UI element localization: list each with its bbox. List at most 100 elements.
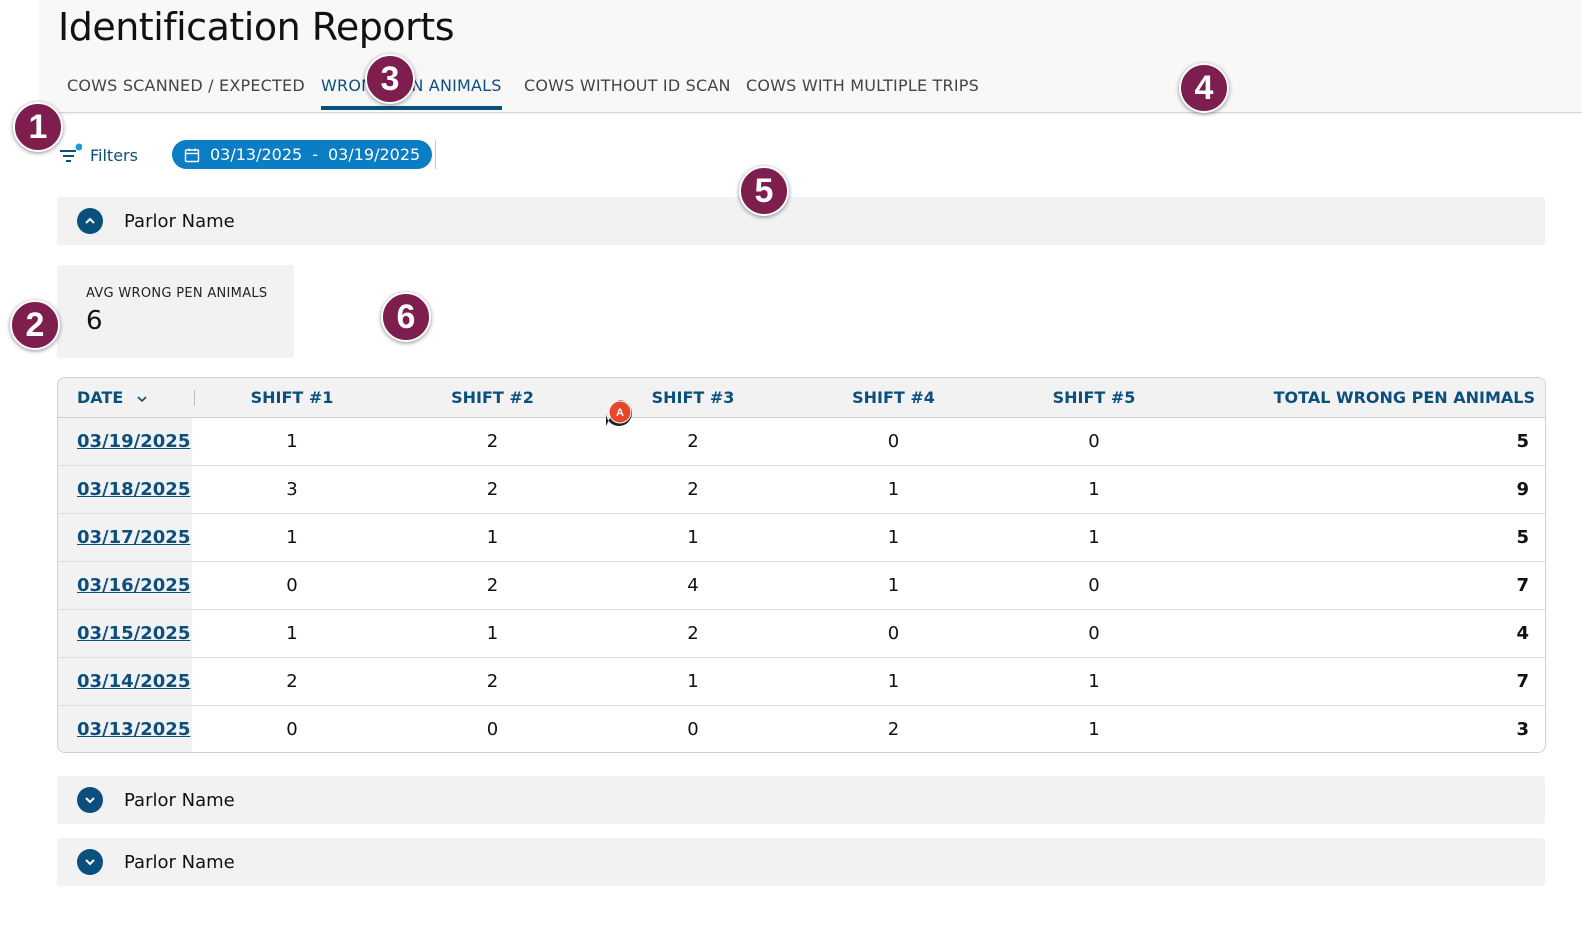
shift-2-cell: 2 [392, 465, 593, 514]
filter-icon [58, 143, 83, 167]
shift-5-cell: 0 [994, 609, 1194, 658]
date-range-separator: - [312, 145, 318, 164]
parlor-accordion-header[interactable]: Parlor Name [57, 776, 1545, 824]
shift-1-cell: 0 [286, 718, 298, 740]
kpi-card: AVG WRONG PEN ANIMALS 6 [57, 265, 294, 358]
shift-1-cell: 1 [192, 609, 392, 658]
chevron-up-icon[interactable] [77, 208, 103, 234]
total-cell: 5 [1194, 417, 1545, 466]
shift-1-cell: 2 [192, 657, 392, 706]
date-range-start: 03/13/2025 [210, 145, 303, 164]
annotation-marker: 5 [739, 166, 789, 216]
column-header-total[interactable]: TOTAL WRONG PEN ANIMALS [1194, 378, 1545, 418]
shift-1-cell: 1 [192, 417, 392, 466]
date-cell[interactable]: 03/19/2025 [58, 417, 192, 466]
date-cell[interactable]: 03/16/2025 [58, 561, 192, 610]
kpi-value: 6 [86, 306, 103, 336]
shift-1-cell: 1 [192, 513, 392, 562]
shift-3-cell: 1 [593, 657, 793, 706]
filters-label: Filters [90, 145, 138, 165]
table-row: 03/16/2025 0 2 4 1 0 7 [58, 561, 1545, 610]
tab-cows-with-multiple-trips[interactable]: COWS WITH MULTIPLE TRIPS [746, 76, 979, 110]
shift-5-cell: 1 [994, 465, 1194, 514]
parlor-name-label: Parlor Name [124, 789, 235, 811]
date-link[interactable]: 03/17/2025 [77, 527, 190, 548]
cursor-pin-icon: A [604, 398, 634, 428]
annotation-marker: 6 [381, 292, 431, 342]
chevron-down-icon[interactable] [135, 391, 149, 405]
total-cell: 4 [1194, 609, 1545, 658]
column-separator [194, 390, 196, 407]
shift-2-cell: 0 [486, 718, 499, 740]
total-cell: 3 [1516, 718, 1529, 740]
shift-2-cell: 1 [392, 513, 593, 562]
toolbar-divider [435, 140, 436, 169]
shift-5-cell: 1 [1088, 718, 1100, 740]
filters-button[interactable]: Filters [58, 141, 138, 169]
total-cell: 7 [1194, 657, 1545, 706]
shift-1-cell: 3 [192, 465, 392, 514]
table-row: 03/15/2025 1 1 2 0 0 4 [58, 609, 1545, 658]
kpi-label: AVG WRONG PEN ANIMALS [86, 286, 268, 301]
column-header-date[interactable]: DATE [58, 378, 196, 418]
table-row: 03/17/2025 1 1 1 1 1 5 [58, 513, 1545, 562]
shift-4-cell: 1 [793, 657, 994, 706]
shift-3-cell: 0 [687, 718, 699, 740]
shift-5-cell: 0 [994, 417, 1194, 466]
date-cell[interactable]: 03/15/2025 [58, 609, 192, 658]
wrong-pen-table: DATE SHIFT #1 SHIFT #2 SHIFT #3 SHIFT #4… [57, 377, 1546, 753]
total-cell: 7 [1194, 561, 1545, 610]
shift-5-cell: 1 [994, 657, 1194, 706]
table-row: 03/18/2025 3 2 2 1 1 9 [58, 465, 1545, 514]
shift-4-cell: 0 [793, 609, 994, 658]
shift-2-cell: 2 [392, 417, 593, 466]
annotation-marker: 2 [10, 300, 60, 350]
shift-4-cell: 1 [793, 561, 994, 610]
table-header-row: DATE SHIFT #1 SHIFT #2 SHIFT #3 SHIFT #4… [58, 378, 1545, 418]
parlor-accordion-header[interactable]: Parlor Name [57, 197, 1545, 245]
date-cell[interactable]: 03/14/2025 [58, 657, 192, 706]
column-header-shift-2[interactable]: SHIFT #2 [392, 378, 593, 418]
annotation-marker: 4 [1179, 63, 1229, 113]
parlor-name-label: Parlor Name [124, 210, 235, 232]
date-cell[interactable]: 03/17/2025 [58, 513, 192, 562]
shift-3-cell: 1 [593, 513, 793, 562]
shift-2-cell: 2 [392, 561, 593, 610]
chevron-down-icon[interactable] [77, 787, 103, 813]
total-cell: 9 [1194, 465, 1545, 514]
shift-2-cell: 1 [392, 609, 593, 658]
date-cell[interactable]: 03/18/2025 [58, 465, 192, 514]
parlor-accordion-header[interactable]: Parlor Name [57, 838, 1545, 886]
date-cell[interactable]: 03/13/2025 [58, 705, 192, 752]
chevron-down-icon[interactable] [77, 849, 103, 875]
date-range-end: 03/19/2025 [328, 145, 421, 164]
shift-3-cell: 2 [593, 609, 793, 658]
date-link[interactable]: 03/13/2025 [77, 719, 190, 740]
column-header-shift-5[interactable]: SHIFT #5 [994, 378, 1194, 418]
table-row: 03/14/2025 2 2 1 1 1 7 [58, 657, 1545, 706]
table-row: 03/13/2025 0 0 0 2 1 3 [58, 705, 1545, 752]
date-link[interactable]: 03/19/2025 [77, 431, 190, 452]
date-range-chip[interactable]: 03/13/2025 - 03/19/2025 [172, 140, 433, 169]
table-row: 03/19/2025 1 2 2 0 0 5 [58, 417, 1545, 466]
calendar-icon [184, 147, 200, 163]
tab-cows-scanned-expected[interactable]: COWS SCANNED / EXPECTED [67, 76, 305, 110]
shift-4-cell: 1 [793, 513, 994, 562]
shift-4-cell: 1 [793, 465, 994, 514]
cursor-pin-label: A [616, 407, 624, 419]
shift-2-cell: 2 [392, 657, 593, 706]
column-header-shift-4[interactable]: SHIFT #4 [793, 378, 994, 418]
date-link[interactable]: 03/16/2025 [77, 575, 190, 596]
column-header-shift-1[interactable]: SHIFT #1 [192, 378, 392, 418]
column-header-date-label: DATE [77, 387, 124, 407]
shift-1-cell: 0 [192, 561, 392, 610]
shift-4-cell: 0 [793, 417, 994, 466]
date-link[interactable]: 03/15/2025 [77, 623, 190, 644]
page-title: Identification Reports [58, 5, 455, 49]
date-link[interactable]: 03/14/2025 [77, 671, 190, 692]
tab-cows-without-id-scan[interactable]: COWS WITHOUT ID SCAN [524, 76, 731, 110]
annotation-marker: 3 [365, 54, 415, 104]
shift-5-cell: 1 [994, 513, 1194, 562]
date-link[interactable]: 03/18/2025 [77, 479, 190, 500]
shift-3-cell: 4 [593, 561, 793, 610]
